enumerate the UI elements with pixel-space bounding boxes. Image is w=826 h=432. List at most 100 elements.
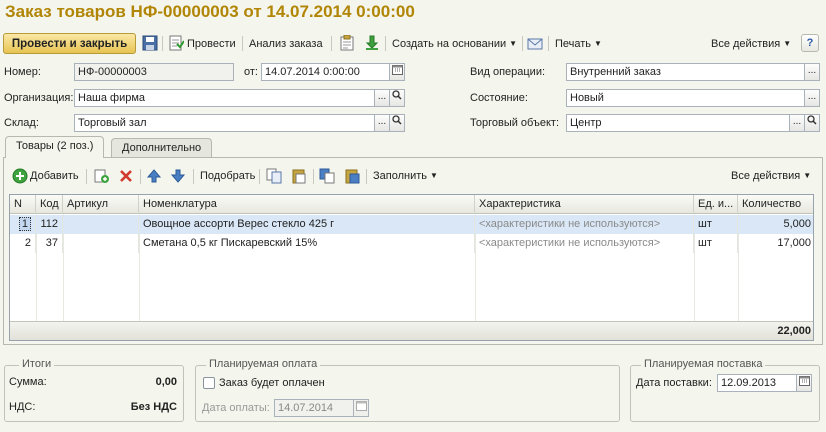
goods-table[interactable]: N Код Артикул Номенклатура Характеристик… [9, 194, 814, 341]
chevron-down-icon: ▼ [594, 39, 602, 48]
column-header-n[interactable]: N [10, 195, 36, 214]
column-header-characteristic[interactable]: Характеристика [475, 195, 694, 214]
chevron-down-icon: ▼ [430, 171, 438, 180]
total-quantity: 22,000 [777, 325, 811, 337]
row-number: 2 [10, 234, 36, 253]
page-title: Заказ товаров НФ-00000003 от 14.07.2014 … [5, 2, 415, 21]
column-header-unit[interactable]: Ед. и... [694, 195, 738, 214]
create-based-on-menu[interactable]: Создать на основании ▼ [392, 35, 517, 53]
organization-select-button[interactable]: ... [375, 89, 390, 107]
tab-goods[interactable]: Товары (2 поз.) [5, 136, 105, 158]
trade-object-open-button[interactable] [805, 114, 820, 132]
operation-type-label: Вид операции: [470, 66, 546, 78]
post-button[interactable]: Провести [187, 35, 236, 53]
arrow-up-icon[interactable] [146, 168, 162, 184]
will-be-paid-label: Заказ будет оплачен [219, 377, 325, 389]
copy-icon[interactable] [266, 168, 282, 184]
all-actions-label: Все действия [711, 38, 781, 50]
table-all-actions-menu[interactable]: Все действия ▼ [731, 167, 811, 185]
calendar-icon [798, 376, 810, 386]
print-menu[interactable]: Печать ▼ [555, 35, 602, 53]
row-unit: шт [694, 215, 738, 234]
column-header-code[interactable]: Код [36, 195, 63, 214]
table-row[interactable]: 1 112 Овощное ассорти Верес стекло 425 г… [10, 215, 813, 234]
chevron-down-icon: ▼ [783, 39, 792, 48]
vat-value: Без НДС [130, 401, 177, 413]
column-header-nomenclature[interactable]: Номенклатура [139, 195, 475, 214]
search-icon [807, 115, 817, 125]
form-toolbar: Провести и закрыть Провести Анализ заказ… [0, 31, 826, 55]
print-label: Печать [555, 38, 592, 50]
totals-legend: Итоги [19, 358, 55, 370]
sum-label: Сумма: [9, 376, 47, 388]
date-field[interactable]: 14.07.2014 0:00:00 [261, 63, 390, 81]
planned-delivery-group: Планируемая поставка Дата поставки: 12.0… [630, 358, 820, 422]
table-row[interactable]: 2 37 Сметана 0,5 кг Пискаревский 15% <ха… [10, 234, 813, 253]
post-and-close-button[interactable]: Провести и закрыть [3, 33, 136, 54]
warehouse-field[interactable]: Торговый зал [74, 114, 375, 132]
paste-rows-icon[interactable] [344, 168, 360, 184]
planned-payment-group: Планируемая оплата Заказ будет оплачен Д… [195, 358, 620, 422]
number-field[interactable]: НФ-00000003 [74, 63, 234, 81]
organization-label: Организация: [4, 92, 74, 104]
table-header: N Код Артикул Номенклатура Характеристик… [10, 195, 813, 214]
download-icon[interactable] [364, 35, 380, 51]
date-label: от: [244, 66, 258, 78]
vat-label: НДС: [9, 401, 36, 413]
row-number: 1 [18, 217, 31, 231]
save-icon[interactable] [142, 35, 158, 51]
help-button[interactable]: ? [801, 34, 819, 52]
pick-button[interactable]: Подобрать [200, 167, 255, 185]
fill-menu[interactable]: Заполнить ▼ [373, 167, 438, 185]
warehouse-select-button[interactable]: ... [375, 114, 390, 132]
operation-type-field[interactable]: Внутренний заказ [566, 63, 805, 81]
order-analysis-button[interactable]: Анализ заказа [249, 35, 323, 53]
state-select-button[interactable]: ... [805, 89, 820, 107]
state-label: Состояние: [470, 92, 528, 104]
row-code: 37 [36, 234, 63, 253]
row-article [63, 215, 139, 234]
warehouse-open-button[interactable] [390, 114, 405, 132]
search-icon [392, 115, 402, 125]
all-actions-menu[interactable]: Все действия ▼ [711, 35, 791, 53]
column-header-article[interactable]: Артикул [63, 195, 139, 214]
will-be-paid-checkbox[interactable] [203, 377, 215, 389]
delivery-calendar-button[interactable] [797, 374, 812, 392]
copy-row-icon[interactable] [93, 168, 109, 184]
paste-icon[interactable] [291, 168, 307, 184]
payment-date-label: Дата оплаты: [202, 402, 270, 414]
arrow-down-icon[interactable] [170, 168, 186, 184]
row-nomenclature: Овощное ассорти Верес стекло 425 г [139, 215, 475, 234]
state-field[interactable]: Новый [566, 89, 805, 107]
row-characteristic: <характеристики не используются> [475, 234, 694, 253]
trade-object-select-button[interactable]: ... [790, 114, 805, 132]
table-all-actions-label: Все действия [731, 170, 801, 182]
organization-open-button[interactable] [390, 89, 405, 107]
create-based-on-label: Создать на основании [392, 38, 507, 50]
trade-object-label: Торговый объект: [470, 117, 560, 129]
totals-group: Итоги Сумма: 0,00 НДС: Без НДС [4, 358, 184, 422]
column-header-quantity[interactable]: Количество [738, 195, 813, 214]
tab-additional[interactable]: Дополнительно [111, 138, 213, 158]
calendar-button[interactable] [390, 63, 405, 81]
delete-icon[interactable] [118, 168, 134, 184]
report-icon[interactable] [339, 35, 355, 51]
fill-label: Заполнить [373, 170, 428, 182]
post-document-icon[interactable] [168, 35, 184, 51]
row-quantity: 17,000 [777, 237, 811, 249]
organization-field[interactable]: Наша фирма [74, 89, 375, 107]
delivery-date-label: Дата поставки: [636, 377, 712, 389]
row-characteristic: <характеристики не используются> [475, 215, 694, 234]
operation-type-select-button[interactable]: ... [805, 63, 820, 81]
payment-calendar-button[interactable] [354, 399, 369, 417]
row-article [63, 234, 139, 253]
row-unit: шт [694, 234, 738, 253]
copy-rows-icon[interactable] [319, 168, 335, 184]
chevron-down-icon: ▼ [803, 171, 812, 180]
mail-icon[interactable] [527, 35, 543, 51]
calendar-icon [355, 401, 367, 411]
payment-date-field[interactable]: 14.07.2014 [274, 399, 354, 417]
trade-object-field[interactable]: Центр [566, 114, 790, 132]
delivery-date-field[interactable]: 12.09.2013 [717, 374, 797, 392]
add-row-button[interactable]: Добавить [30, 167, 79, 185]
